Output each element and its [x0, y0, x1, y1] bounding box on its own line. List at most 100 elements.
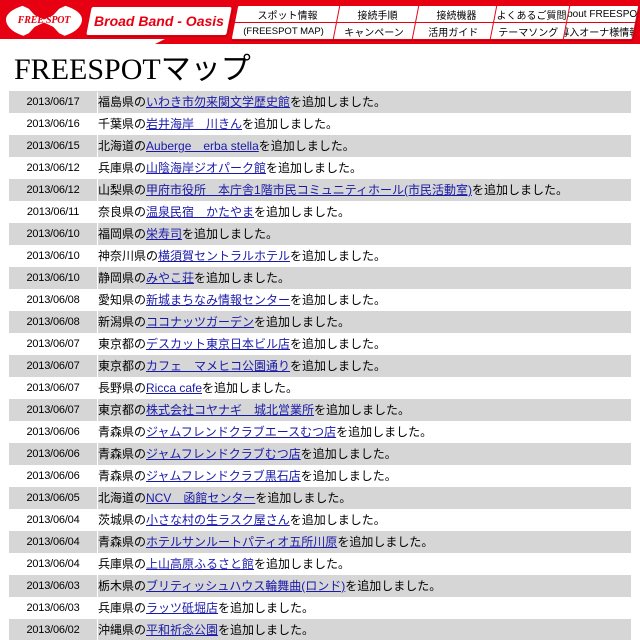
nav-item-devices-label: 接続機器: [436, 10, 477, 22]
news-row: 2013/06/12 山梨県の甲府市役所 本庁舎1階市民コミュニティホール(市民活…: [9, 179, 631, 202]
nav-item-faq[interactable]: よくあるご質問: [494, 6, 570, 23]
news-row-text: 千葉県の岩井海岸 川きんを追加しました。: [97, 113, 631, 136]
news-row-prefecture: 北海道の: [98, 491, 147, 505]
news-row-prefecture: 青森県の: [98, 535, 147, 549]
news-row-suffix: を追加しました。: [202, 381, 299, 395]
news-row-text: 東京都のカフェ マメヒコ公園通りを追加しました。: [97, 355, 631, 378]
news-row-spot-link[interactable]: カフェ マメヒコ公園通り: [146, 359, 290, 373]
news-row-spot-link[interactable]: 横須賀セントラルホテル: [158, 249, 290, 263]
news-row-spot-link[interactable]: NCV 函館センター: [146, 491, 255, 505]
news-row-date: 2013/06/04: [9, 553, 98, 576]
news-row-suffix: を追加しました。: [290, 293, 387, 307]
news-row-spot-link[interactable]: ジャムフレンドクラブ黒石店: [146, 469, 301, 483]
news-row-spot-link[interactable]: 岩井海岸 川きん: [146, 117, 242, 131]
news-row-suffix: を追加しました。: [254, 315, 351, 329]
news-row-text: 北海道のAuberge erba stellaを追加しました。: [97, 135, 631, 158]
news-row-spot-link[interactable]: ホテルサンルートパティオ五所川原: [146, 535, 337, 549]
news-row-date: 2013/06/12: [9, 179, 98, 202]
news-row-spot-link[interactable]: 株式会社コヤナギ 城北営業所: [146, 403, 314, 417]
nav-item-about-freespot[interactable]: about FREESPOT: [566, 6, 639, 23]
news-row-prefecture: 東京都の: [98, 337, 147, 351]
nav-item-faq-label: よくあるご質問: [496, 10, 567, 22]
news-row-suffix: を追加しました。: [290, 95, 387, 109]
news-row-prefecture: 青森県の: [98, 469, 147, 483]
news-row-prefecture: 静岡県の: [98, 271, 147, 285]
news-row-spot-link[interactable]: いわき市勿来関文学歴史館: [146, 95, 290, 109]
news-row-suffix: を追加しました。: [290, 359, 387, 373]
nav-item-usage-guide[interactable]: 活用ガイド: [413, 23, 494, 39]
news-row: 2013/06/07 東京都の株式会社コヤナギ 城北営業所を追加しました。: [9, 399, 631, 422]
nav-item-campaign[interactable]: キャンペーン: [334, 23, 415, 39]
nav-item-connection-steps[interactable]: 接続手順: [337, 6, 419, 23]
news-row: 2013/06/15 北海道のAuberge erba stellaを追加しました…: [9, 135, 631, 158]
news-table-body: 2013/06/17 福島県のいわき市勿来関文学歴史館を追加しました。 2013/0…: [9, 91, 631, 640]
news-row-text: 北海道のNCV 函館センターを追加しました。: [97, 487, 631, 510]
news-row-text: 東京都の株式会社コヤナギ 城北営業所を追加しました。: [97, 399, 631, 422]
news-row-date: 2013/06/07: [9, 399, 98, 422]
news-row-prefecture: 山梨県の: [98, 183, 147, 197]
news-row-suffix: を追加しました。: [254, 557, 351, 571]
news-row-suffix: を追加しました。: [289, 513, 386, 527]
nav-item-freespot-map[interactable]: (FREESPOT MAP): [232, 23, 336, 39]
news-row-text: 青森県のジャムフレンドクラブエースむつ店を追加しました。: [97, 421, 631, 444]
nav-item-connection-steps-label: 接続手順: [357, 10, 398, 22]
news-row-spot-link[interactable]: 山陰海岸ジオパーク館: [146, 161, 266, 175]
news-row-date: 2013/06/04: [9, 509, 98, 532]
news-row-text: 青森県のジャムフレンドクラブ黒石店を追加しました。: [97, 465, 631, 488]
news-row-suffix: を追加しました。: [300, 447, 397, 461]
brand-plate-broadband-oasis[interactable]: Broad Band - Oasis: [85, 6, 233, 36]
news-row-suffix: を追加しました。: [471, 183, 568, 197]
nav-item-usage-guide-label: 活用ガイド: [428, 27, 479, 39]
nav-item-theme-song[interactable]: テーマソング: [491, 23, 566, 39]
news-row-spot-link[interactable]: ラッツ砥堀店: [146, 601, 218, 615]
news-row-date: 2013/06/10: [9, 223, 98, 246]
news-row-spot-link[interactable]: ジャムフレンドクラブむつ店: [146, 447, 301, 461]
news-row: 2013/06/04 兵庫県の上山高原ふるさと館を追加しました。: [9, 553, 631, 576]
news-row-spot-link[interactable]: 温泉民宿 かたやま: [146, 205, 254, 219]
news-row-spot-link[interactable]: みやこ荘: [146, 271, 194, 285]
news-row: 2013/06/12 兵庫県の山陰海岸ジオパーク館を追加しました。: [9, 157, 631, 180]
news-row-spot-link[interactable]: 平和祈念公園: [146, 623, 218, 637]
news-row-date: 2013/06/10: [9, 267, 98, 290]
news-row-text: 新潟県のココナッツガーデンを追加しました。: [97, 311, 631, 334]
news-row-date: 2013/06/08: [9, 311, 98, 334]
news-row-prefecture: 愛知県の: [98, 293, 147, 307]
news-row-prefecture: 東京都の: [98, 359, 147, 373]
news-row-suffix: を追加しました。: [258, 139, 355, 153]
news-row-spot-link[interactable]: 新城まちなみ情報センター: [146, 293, 290, 307]
news-row-prefecture: 長野県の: [98, 381, 147, 395]
news-row-prefecture: 兵庫県の: [98, 557, 147, 571]
news-row-spot-link[interactable]: ジャムフレンドクラブエースむつ店: [146, 425, 336, 439]
nav-column-devices: 接続機器 活用ガイド: [412, 6, 498, 39]
news-row-suffix: を追加しました。: [182, 227, 279, 241]
news-row-spot-link[interactable]: 栄寿司: [146, 227, 182, 241]
news-row-date: 2013/06/02: [9, 619, 98, 640]
news-row-spot-link[interactable]: Ricca cafe: [146, 381, 202, 395]
news-row: 2013/06/04 青森県のホテルサンルートパティオ五所川原を追加しました。: [9, 531, 631, 554]
nav-item-owner-info[interactable]: 導入オーナ様情報: [564, 23, 635, 39]
news-row-prefecture: 茨城県の: [98, 513, 147, 527]
news-row-spot-link[interactable]: 小さな村の生ラスク屋さん: [146, 513, 290, 527]
news-row-text: 長野県のRicca cafeを追加しました。: [97, 377, 631, 400]
nav-item-spot-info[interactable]: スポット情報: [234, 6, 340, 23]
news-row: 2013/06/07 長野県のRicca cafeを追加しました。: [9, 377, 631, 400]
news-row-suffix: を追加しました。: [266, 161, 363, 175]
nav-item-devices[interactable]: 接続機器: [415, 6, 497, 23]
news-row: 2013/06/06 青森県のジャムフレンドクラブむつ店を追加しました。: [9, 443, 631, 466]
news-row-spot-link[interactable]: デスカット東京日本ビル店: [146, 337, 290, 351]
news-row-text: 兵庫県のラッツ砥堀店を追加しました。: [97, 597, 631, 620]
news-row-spot-link[interactable]: 甲府市役所 本庁舎1階市民コミュニティホール(市民活動室): [146, 183, 472, 197]
news-row-prefecture: 福岡県の: [98, 227, 147, 241]
news-row-date: 2013/06/16: [9, 113, 98, 136]
nav-item-about-freespot-label: about FREESPOT: [566, 8, 639, 20]
news-row-prefecture: 神奈川県の: [98, 249, 159, 263]
freespot-logo[interactable]: FREE SPOT: [6, 2, 82, 40]
nav-item-campaign-label: キャンペーン: [344, 27, 405, 39]
news-row-spot-link[interactable]: ココナッツガーデン: [146, 315, 254, 329]
news-row-spot-link[interactable]: ブリティッシュハウス輪舞曲(ロンド): [146, 579, 345, 593]
news-row-date: 2013/06/17: [9, 91, 98, 114]
news-row-spot-link[interactable]: Auberge erba stella: [146, 139, 259, 153]
news-row-date: 2013/06/04: [9, 531, 98, 554]
news-row-suffix: を追加しました。: [337, 535, 434, 549]
news-row-spot-link[interactable]: 上山高原ふるさと館: [146, 557, 254, 571]
